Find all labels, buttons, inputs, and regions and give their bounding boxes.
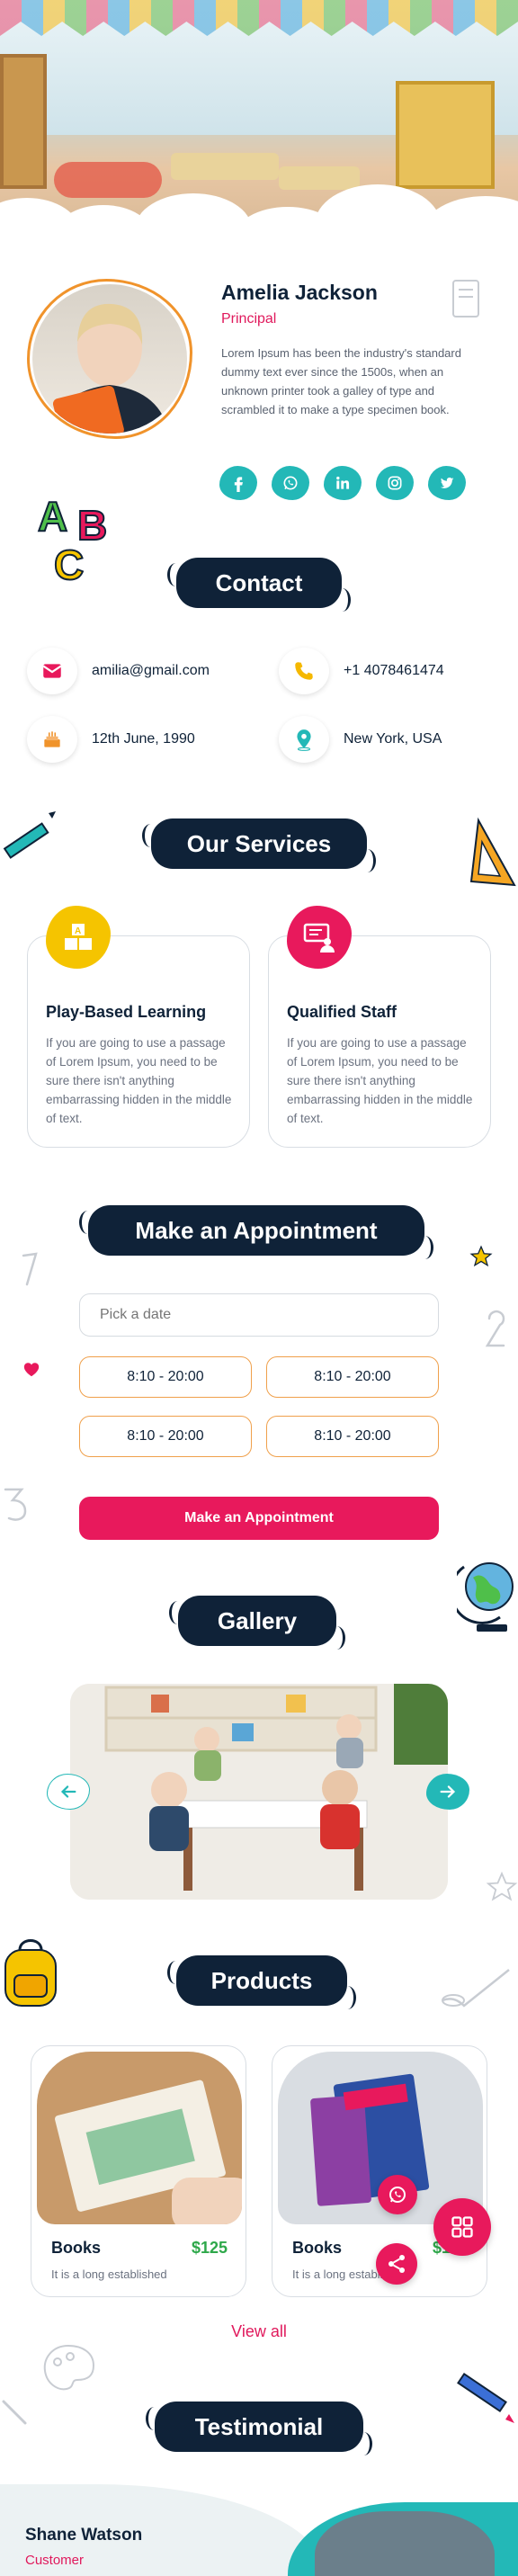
- contact-email[interactable]: amilia@gmail.com: [27, 648, 210, 694]
- contact-location[interactable]: New York, USA: [279, 716, 442, 763]
- star-icon: [469, 1245, 493, 1267]
- contact-birthday: 12th June, 1990: [27, 716, 195, 763]
- location-text: New York, USA: [344, 731, 442, 747]
- product-card[interactable]: Books $125 It is a long established: [31, 2045, 246, 2297]
- number-doodle-icon: [22, 1252, 38, 1286]
- arrow-right-icon: [440, 1785, 456, 1798]
- service-title: Qualified Staff: [287, 1003, 397, 1021]
- gallery-prev-button[interactable]: [47, 1774, 90, 1810]
- pencil-doodle-icon: [3, 811, 56, 859]
- whatsapp-icon: [389, 2187, 406, 2203]
- product-desc: It is a long established: [51, 2267, 167, 2281]
- service-card-staff[interactable]: Qualified Staff If you are going to use …: [268, 906, 491, 1148]
- products-heading: Products: [167, 1955, 356, 2009]
- view-all-link[interactable]: View all: [0, 2322, 518, 2341]
- appointment-heading: Make an Appointment: [79, 1205, 433, 1259]
- service-title: Play-Based Learning: [46, 1003, 207, 1021]
- instagram-icon[interactable]: [376, 466, 414, 500]
- product-name: Books: [292, 2239, 343, 2257]
- ruler-triangle-icon: [469, 817, 516, 887]
- date-picker-input[interactable]: [79, 1293, 439, 1337]
- avatar: [32, 284, 187, 434]
- blocks-icon: A: [46, 906, 111, 969]
- share-icon: [388, 2255, 405, 2273]
- backpack-icon: [4, 1939, 57, 2007]
- testimonial-name: Shane Watson: [25, 2526, 143, 2545]
- phone-text: +1 4078461474: [344, 663, 444, 678]
- service-desc: If you are going to use a passage of Lor…: [287, 1036, 473, 1125]
- whatsapp-fab[interactable]: [378, 2175, 417, 2214]
- profile-name: Amelia Jackson: [221, 281, 378, 304]
- facebook-icon[interactable]: [219, 466, 257, 500]
- time-slot[interactable]: 8:10 - 20:00: [266, 1416, 439, 1457]
- whatsapp-icon[interactable]: [272, 466, 309, 500]
- product-price: $125: [191, 2239, 228, 2257]
- make-appointment-button[interactable]: Make an Appointment: [79, 1497, 439, 1540]
- abc-letters-icon: A B C: [37, 492, 108, 585]
- phone-icon: [279, 648, 329, 694]
- grid-menu-icon: [451, 2216, 473, 2238]
- service-card-play[interactable]: A Play-Based Learning If you are going t…: [27, 906, 250, 1148]
- menu-fab[interactable]: [433, 2198, 491, 2256]
- time-slot[interactable]: 8:10 - 20:00: [266, 1356, 439, 1398]
- social-links: [219, 466, 466, 500]
- heart-icon: [23, 1363, 40, 1377]
- linkedin-icon[interactable]: [324, 466, 362, 500]
- product-image: [37, 2052, 242, 2224]
- contact-heading: Contact: [167, 558, 351, 612]
- star-outline-icon: [486, 1871, 518, 1901]
- testimonial-heading: Testimonial: [146, 2402, 372, 2455]
- gallery-image: [70, 1684, 448, 1900]
- share-fab[interactable]: [376, 2243, 417, 2285]
- profile-role: Principal: [221, 311, 277, 326]
- svg-text:A: A: [75, 926, 81, 936]
- gallery-next-button[interactable]: [426, 1774, 469, 1810]
- twitter-icon[interactable]: [428, 466, 466, 500]
- service-desc: If you are going to use a passage of Lor…: [46, 1036, 232, 1125]
- email-text: amilia@gmail.com: [92, 663, 210, 678]
- brush-doodle-icon: [442, 1969, 510, 2008]
- svg-text:C: C: [54, 541, 84, 585]
- crayon-icon: [457, 2372, 514, 2423]
- globe-icon: [457, 1562, 514, 1632]
- birthday-text: 12th June, 1990: [92, 731, 195, 747]
- gallery-heading: Gallery: [169, 1596, 345, 1650]
- contact-phone[interactable]: +1 4078461474: [279, 648, 444, 694]
- palette-doodle-icon: [43, 2344, 95, 2391]
- product-name: Books: [51, 2239, 102, 2257]
- number-doodle-icon: [4, 1488, 27, 1521]
- teacher-icon: [287, 906, 352, 969]
- number-doodle-icon: [485, 1310, 505, 1347]
- testimonial-role: Customer: [25, 2553, 85, 2568]
- time-slot[interactable]: 8:10 - 20:00: [79, 1416, 252, 1457]
- paperclip-doodle-icon: [2, 2400, 27, 2425]
- hero-banner: [0, 0, 518, 241]
- time-slot[interactable]: 8:10 - 20:00: [79, 1356, 252, 1398]
- arrow-left-icon: [60, 1785, 76, 1798]
- book-doodle-icon: [452, 280, 479, 318]
- services-heading: Our Services: [142, 818, 376, 872]
- location-pin-icon: [279, 716, 329, 763]
- svg-text:A: A: [38, 493, 67, 540]
- profile-bio: Lorem Ipsum has been the industry's stan…: [221, 346, 461, 416]
- cake-icon: [27, 716, 77, 763]
- email-icon: [27, 648, 77, 694]
